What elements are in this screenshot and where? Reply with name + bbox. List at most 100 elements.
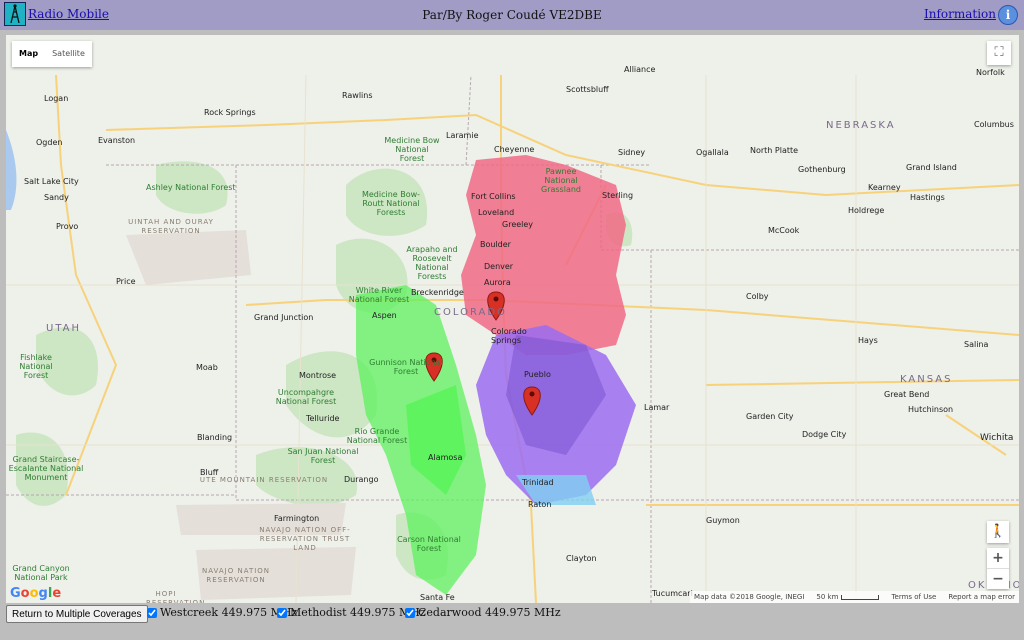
city-label: Gothenburg <box>798 165 846 174</box>
city-label: Kearney <box>868 183 901 192</box>
city-label: Norfolk <box>976 68 1005 77</box>
coverage-checkbox[interactable] <box>277 607 287 618</box>
coverage-checkbox[interactable] <box>405 607 415 618</box>
reservation-label: NAVAJO NATION RESERVATION <box>201 567 271 584</box>
reservation-label: NAVAJO NATION OFF-RESERVATION TRUST LAND <box>259 526 351 552</box>
city-label: Garden City <box>746 412 794 421</box>
city-label: Salt Lake City <box>24 177 79 186</box>
city-label: Aspen <box>372 311 397 320</box>
city-label: Wichita <box>980 433 1014 443</box>
google-logo: Google <box>10 586 62 601</box>
city-label: North Platte <box>750 146 799 155</box>
forest-label: Gunnison National Forest <box>369 358 443 376</box>
forest-label: Grand Staircase-Escalante National Monum… <box>8 455 84 482</box>
map-attribution: Map data ©2018 Google, INEGI 50 km Terms… <box>690 591 1019 603</box>
city-label: Ogden <box>36 138 63 147</box>
zoom-control: + − <box>987 548 1009 589</box>
map-type-control: Map Satellite <box>12 41 92 67</box>
city-label: Boulder <box>480 240 511 249</box>
city-label: Alliance <box>624 65 656 74</box>
city-label: Telluride <box>306 414 340 423</box>
city-label: Denver <box>484 262 514 271</box>
forest-label: Pawnee National Grassland <box>541 167 581 194</box>
city-label: Columbus <box>974 120 1014 129</box>
forest-label: Carson National Forest <box>397 535 461 553</box>
reservation-label: UTE MOUNTAIN RESERVATION <box>199 476 329 484</box>
city-label: Holdrege <box>848 206 885 215</box>
city-label: Dodge City <box>802 430 847 439</box>
city-label: Aurora <box>484 278 511 287</box>
state-label: NEBRASKA <box>826 120 896 131</box>
city-label: Evanston <box>98 136 136 145</box>
return-to-multiple-coverages-button[interactable]: Return to Multiple Coverages <box>6 605 148 623</box>
city-label: Hutchinson <box>908 405 954 414</box>
coverage-checkbox[interactable] <box>147 607 157 618</box>
city-label: Loveland <box>478 208 515 217</box>
map-type-map-button[interactable]: Map <box>12 41 45 67</box>
city-label: Price <box>116 277 136 286</box>
city-label: Grand Junction <box>254 313 314 322</box>
city-label: Sandy <box>44 193 69 202</box>
zoom-out-button[interactable]: − <box>987 569 1009 589</box>
city-label: Sidney <box>618 148 646 157</box>
forest-label: Arapaho and Roosevelt National Forests <box>406 245 458 281</box>
city-label: Great Bend <box>884 390 930 399</box>
header-bar: Radio Mobile Par/By Roger Coudé VE2DBE I… <box>0 0 1024 30</box>
forest-label: Medicine Bow National Forest <box>384 136 440 163</box>
city-label: Guymon <box>706 516 740 525</box>
info-icon[interactable]: i <box>998 5 1018 25</box>
city-label: Provo <box>56 222 79 231</box>
city-label: Fort Collins <box>471 192 516 201</box>
city-label: Clayton <box>566 554 597 563</box>
city-label: Ogallala <box>696 148 729 157</box>
map-scale: 50 km <box>816 591 880 603</box>
forest-label: Fishlake National Forest <box>19 353 53 380</box>
city-label: Moab <box>196 363 218 372</box>
terms-link[interactable]: Terms of Use <box>891 591 936 603</box>
city-label: Sterling <box>602 191 634 200</box>
map-data-credit: Map data ©2018 Google, INEGI <box>694 593 805 601</box>
zoom-in-button[interactable]: + <box>987 548 1009 569</box>
coverage-toggle-westcreek[interactable]: Westcreek 449.975 MHz <box>147 606 297 619</box>
reservation-label: HOPI RESERVATION <box>146 590 206 603</box>
forest-label: Uncompahgre National Forest <box>275 388 337 406</box>
city-label: Raton <box>528 500 552 509</box>
city-label: Farmington <box>274 514 320 523</box>
city-label: Colby <box>746 292 769 301</box>
fullscreen-icon[interactable]: ⛶ <box>987 41 1011 65</box>
footer-bar: Return to Multiple Coverages Westcreek 4… <box>0 603 1024 640</box>
city-label: Cheyenne <box>494 145 535 154</box>
city-label: Breckenridge <box>411 288 464 297</box>
forest-label: Ashley National Forest <box>146 183 236 192</box>
forest-label: White River National Forest <box>348 286 410 304</box>
city-label: Alamosa <box>428 453 463 462</box>
city-label: Grand Island <box>906 163 957 172</box>
city-label: Rock Springs <box>204 108 256 117</box>
city-label: McCook <box>768 226 800 235</box>
state-label: KANSAS <box>900 374 953 385</box>
reservation-label: UINTAH AND OURAY RESERVATION <box>128 218 214 235</box>
forest-label: San Juan National Forest <box>287 447 359 465</box>
map-type-satellite-button[interactable]: Satellite <box>45 41 92 67</box>
city-label: Laramie <box>446 131 479 140</box>
author-credit: Par/By Roger Coudé VE2DBE <box>422 8 602 22</box>
pegman-icon[interactable]: 🚶 <box>987 521 1009 543</box>
city-label: Blanding <box>197 433 233 442</box>
city-label: Rawlins <box>342 91 373 100</box>
map-view[interactable]: NEBRASKA KANSAS UTAH COLORADO OKLAHOMA L… <box>6 35 1019 603</box>
city-label: Durango <box>344 475 379 484</box>
coverage-label: Cedarwood 449.975 MHz <box>418 606 561 619</box>
information-link[interactable]: Information <box>924 7 996 21</box>
city-label: Montrose <box>299 371 337 380</box>
city-label: Salina <box>964 340 989 349</box>
city-label: Santa Fe <box>420 593 455 602</box>
state-label: UTAH <box>46 323 82 334</box>
city-label: Lamar <box>644 403 670 412</box>
city-label: Hastings <box>910 193 945 202</box>
coverage-toggle-methodist[interactable]: Methodist 449.975 MHz <box>277 606 426 619</box>
report-error-link[interactable]: Report a map error <box>948 591 1015 603</box>
city-label: Scottsbluff <box>566 85 609 94</box>
city-label: Greeley <box>502 220 534 229</box>
coverage-toggle-cedarwood[interactable]: Cedarwood 449.975 MHz <box>405 606 561 619</box>
state-label: COLORADO <box>434 307 507 318</box>
